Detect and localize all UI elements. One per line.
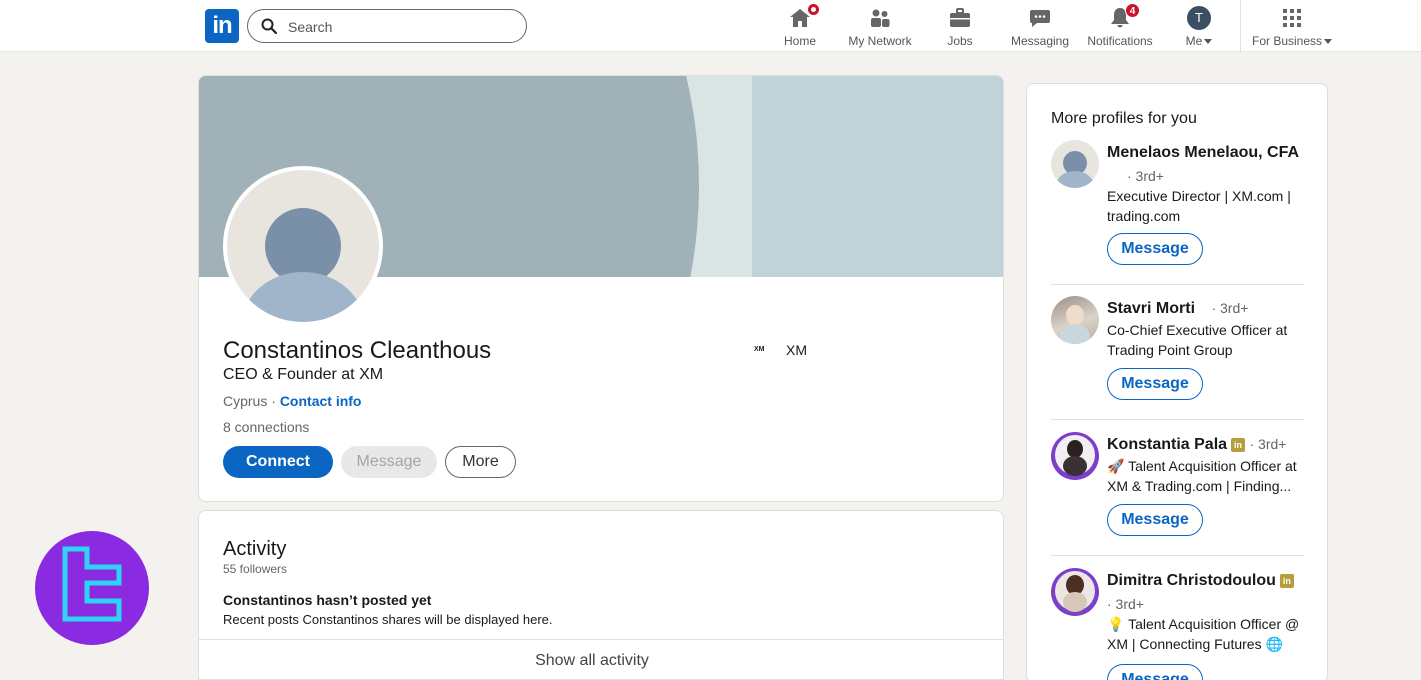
nav-messaging[interactable]: Messaging <box>1000 4 1080 48</box>
more-profiles-card: More profiles for you Menelaos Menelaou,… <box>1026 83 1328 680</box>
sidebar-title: More profiles for you <box>1051 110 1197 127</box>
nav-jobs[interactable]: Jobs <box>920 4 1000 48</box>
nav-label: My Network <box>848 34 912 48</box>
message-button[interactable]: Message <box>341 446 437 478</box>
nav-business-label-wrap: For Business <box>1252 34 1333 48</box>
profile-description: Co-Chief Executive Officer at Trading Po… <box>1107 322 1288 358</box>
nav-label: Messaging <box>1010 34 1070 48</box>
profile-headline: CEO & Founder at XM <box>223 366 384 383</box>
profile-name[interactable]: Menelaos Menelaou, CFA <box>1107 144 1299 162</box>
contact-info-link[interactable]: Contact info <box>280 393 362 409</box>
notifications-icon: 4 <box>1108 3 1140 30</box>
linkedin-premium-icon: in <box>1231 438 1246 452</box>
chevron-down-icon <box>1204 39 1213 45</box>
connect-button[interactable]: Connect <box>223 446 333 478</box>
profile-name-row: Dimitra Christodoulou in <box>1107 572 1294 590</box>
company-logo: XM <box>754 346 765 353</box>
connections-count: 8 connections <box>223 419 310 435</box>
jobs-icon <box>948 6 972 30</box>
avatar[interactable] <box>1051 432 1099 480</box>
top-navbar: in Search Home My Network Jobs Messaging… <box>0 0 1421 52</box>
no-posts-title: Constantinos hasn’t posted yet <box>223 592 432 608</box>
connection-degree: · 3rd+ <box>1249 436 1287 452</box>
connection-degree: · 3rd+ <box>1107 596 1144 612</box>
profile-photo[interactable] <box>223 166 383 326</box>
nav-for-business[interactable]: For Business <box>1252 4 1333 48</box>
connection-degree: · 3rd+ <box>1127 168 1164 184</box>
more-button[interactable]: More <box>445 446 516 478</box>
home-icon <box>788 3 820 30</box>
message-button[interactable]: Message <box>1107 664 1203 680</box>
profile-description: Executive Director | XM.com | trading.co… <box>1107 188 1291 224</box>
nav-label: Jobs <box>947 34 973 48</box>
home-notification-dot <box>807 3 820 16</box>
nav-me-label-wrap: Me <box>1159 34 1239 48</box>
chevron-down-icon <box>1324 39 1333 45</box>
profile-name[interactable]: Dimitra Christodoulou <box>1107 572 1276 589</box>
profile-description: 💡 Talent Acquisition Officer @ XM | Conn… <box>1107 616 1300 652</box>
nav-label: Notifications <box>1087 34 1153 48</box>
messaging-icon <box>1028 6 1052 30</box>
profile-name[interactable]: Stavri Morti <box>1107 300 1195 317</box>
profile-name-row: Stavri Morti · 3rd+ <box>1107 300 1248 318</box>
divider <box>1051 555 1304 556</box>
nav-label: For Business <box>1252 34 1323 48</box>
list-item: Menelaos Menelaou, CFA · 3rd+ Executive … <box>1051 140 1305 265</box>
watermark-logo <box>35 531 149 645</box>
message-button[interactable]: Message <box>1107 233 1203 265</box>
activity-card: Activity 55 followers Constantinos hasn’… <box>198 510 1004 680</box>
profile-card: Constantinos Cleanthous CEO & Founder at… <box>198 75 1004 502</box>
show-all-activity-button[interactable]: Show all activity <box>199 652 985 670</box>
profile-location-row: Cyprus · Contact info <box>223 393 362 409</box>
avatar[interactable] <box>1051 296 1099 344</box>
nav-notifications[interactable]: 4 Notifications <box>1080 3 1160 48</box>
list-item: Stavri Morti · 3rd+ Co-Chief Executive O… <box>1051 296 1305 420</box>
company-name: XM <box>786 342 807 358</box>
avatar[interactable] <box>1051 140 1099 188</box>
profile-description: 🚀 Talent Acquisition Officer at XM & Tra… <box>1107 456 1307 496</box>
search-input[interactable]: Search <box>247 9 527 43</box>
profile-name: Constantinos Cleanthous <box>223 337 492 364</box>
profile-name[interactable]: Konstantia Pala <box>1107 436 1227 453</box>
nav-label: Home <box>783 34 816 48</box>
profile-description-text: 🚀 Talent Acquisition Officer at XM & Tra… <box>1107 458 1297 494</box>
activity-title: Activity <box>223 538 287 560</box>
profile-location: Cyprus <box>223 393 268 409</box>
message-button[interactable]: Message <box>1107 504 1203 536</box>
divider <box>1051 284 1304 285</box>
connection-degree: · 3rd+ <box>1211 300 1249 316</box>
search-placeholder: Search <box>288 19 333 35</box>
linkedin-premium-icon: in <box>1279 574 1294 588</box>
nav-me[interactable]: T Me <box>1159 4 1239 48</box>
followers-count: 55 followers <box>223 562 288 576</box>
message-button[interactable]: Message <box>1107 368 1203 400</box>
search-icon <box>261 18 277 34</box>
nav-label: Me <box>1185 34 1203 48</box>
divider <box>1051 419 1304 420</box>
list-item: Dimitra Christodoulou in · 3rd+ 💡 Talent … <box>1051 568 1305 680</box>
nav-home[interactable]: Home <box>760 3 840 48</box>
nav-my-network[interactable]: My Network <box>840 4 920 48</box>
list-item: Konstantia Pala in · 3rd+ 🚀 Talent Acquis… <box>1051 432 1305 556</box>
linkedin-logo[interactable]: in <box>205 9 239 43</box>
avatar: T <box>1187 6 1211 30</box>
no-posts-subtitle: Recent posts Constantinos shares will be… <box>223 612 553 627</box>
divider <box>199 639 1003 640</box>
nav-divider <box>1240 0 1241 52</box>
avatar[interactable] <box>1051 568 1099 616</box>
profile-name-row: Konstantia Pala in · 3rd+ <box>1107 436 1286 454</box>
notifications-badge: 4 <box>1125 3 1140 18</box>
my-network-icon <box>868 6 892 30</box>
grid-icon <box>1280 6 1304 30</box>
